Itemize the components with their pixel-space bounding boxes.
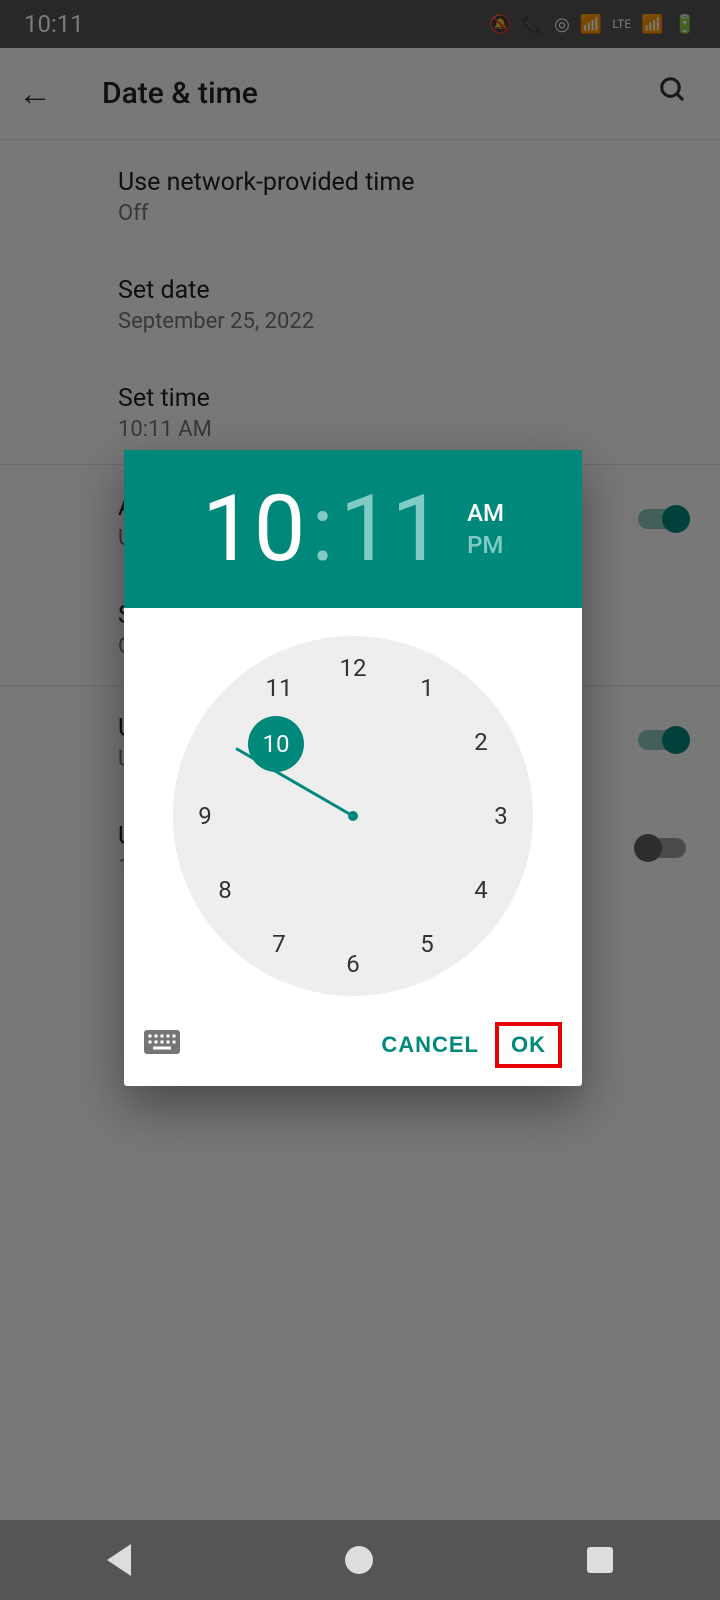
clock-selected-hour[interactable]: 10 <box>248 716 304 772</box>
clock-num-8[interactable]: 8 <box>218 876 232 904</box>
clock-num-4[interactable]: 4 <box>474 876 488 904</box>
ok-highlight-box: OK <box>495 1022 562 1068</box>
clock-num-9[interactable]: 9 <box>198 802 212 830</box>
clock-center <box>348 811 358 821</box>
clock-num-2[interactable]: 2 <box>474 728 488 756</box>
ampm-toggle: AM PM <box>467 499 504 559</box>
clock-num-1[interactable]: 1 <box>420 674 434 702</box>
nav-back-button[interactable] <box>107 1544 131 1576</box>
nav-home-button[interactable] <box>345 1546 373 1574</box>
nav-recent-button[interactable] <box>587 1547 613 1573</box>
time-colon: : <box>311 476 333 583</box>
dialog-header: 10 : 11 AM PM <box>124 450 582 608</box>
minute-display[interactable]: 11 <box>340 476 443 583</box>
am-button[interactable]: AM <box>467 499 504 527</box>
clock-num-5[interactable]: 5 <box>420 930 434 958</box>
clock-num-7[interactable]: 7 <box>272 930 286 958</box>
time-picker-dialog: 10 : 11 AM PM 10 12 1 2 3 4 5 6 7 8 9 11 <box>124 450 582 1086</box>
ok-button[interactable]: OK <box>507 1030 550 1060</box>
navigation-bar <box>0 1520 720 1600</box>
clock-num-6[interactable]: 6 <box>346 950 360 978</box>
clock-area: 10 12 1 2 3 4 5 6 7 8 9 11 <box>124 608 582 1012</box>
keyboard-icon <box>144 1029 180 1055</box>
hour-display[interactable]: 10 <box>202 476 305 583</box>
clock-num-11[interactable]: 11 <box>266 674 293 702</box>
keyboard-input-button[interactable] <box>144 1029 365 1062</box>
clock-num-3[interactable]: 3 <box>494 802 508 830</box>
dialog-actions: CANCEL OK <box>124 1012 582 1086</box>
clock-num-12[interactable]: 12 <box>340 654 367 682</box>
clock-face[interactable]: 10 12 1 2 3 4 5 6 7 8 9 11 <box>173 636 533 996</box>
cancel-button[interactable]: CANCEL <box>365 1022 495 1068</box>
pm-button[interactable]: PM <box>467 531 504 559</box>
